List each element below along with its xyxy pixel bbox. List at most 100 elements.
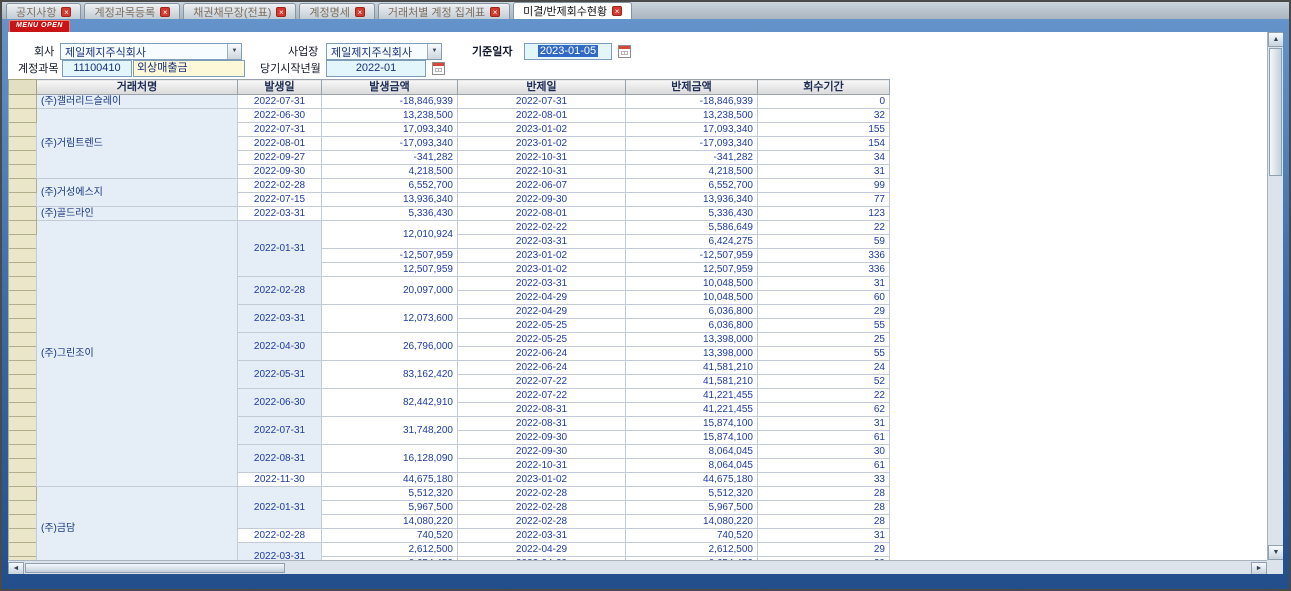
collect-days-cell[interactable]: 31: [758, 417, 890, 431]
occur-date-cell[interactable]: 2022-01-31: [238, 487, 322, 529]
row-selector[interactable]: [9, 193, 37, 207]
row-selector[interactable]: [9, 277, 37, 291]
settle-amount-cell[interactable]: 44,675,180: [626, 473, 758, 487]
occur-amount-cell[interactable]: 26,796,000: [322, 333, 458, 361]
settle-date-cell[interactable]: 2022-09-30: [458, 193, 626, 207]
occur-date-cell[interactable]: 2022-06-30: [238, 109, 322, 123]
row-selector[interactable]: [9, 95, 37, 109]
settle-date-cell[interactable]: 2022-02-28: [458, 501, 626, 515]
settle-date-cell[interactable]: 2022-10-31: [458, 151, 626, 165]
row-selector[interactable]: [9, 305, 37, 319]
occur-amount-cell[interactable]: -18,846,939: [322, 95, 458, 109]
collect-days-cell[interactable]: 30: [758, 445, 890, 459]
settle-amount-cell[interactable]: 15,874,100: [626, 417, 758, 431]
collect-days-cell[interactable]: 61: [758, 459, 890, 473]
occur-amount-cell[interactable]: 44,675,180: [322, 473, 458, 487]
occur-date-cell[interactable]: 2022-09-27: [238, 151, 322, 165]
settle-amount-cell[interactable]: -17,093,340: [626, 137, 758, 151]
collect-days-cell[interactable]: 22: [758, 221, 890, 235]
settle-date-cell[interactable]: 2022-08-01: [458, 207, 626, 221]
settle-amount-cell[interactable]: 13,398,000: [626, 347, 758, 361]
account-code-field[interactable]: 11100410: [62, 60, 132, 77]
settle-amount-cell[interactable]: 10,048,500: [626, 277, 758, 291]
settle-date-cell[interactable]: 2022-09-30: [458, 445, 626, 459]
settle-amount-cell[interactable]: 6,552,700: [626, 179, 758, 193]
occur-amount-cell[interactable]: 2,612,500: [322, 543, 458, 557]
row-selector[interactable]: [9, 403, 37, 417]
occur-date-cell[interactable]: 2022-05-31: [238, 361, 322, 389]
settle-amount-cell[interactable]: 6,424,275: [626, 235, 758, 249]
tab-5[interactable]: 거래처별 계정 집계표×: [378, 3, 510, 19]
tab-close-icon[interactable]: ×: [276, 7, 286, 17]
collect-days-cell[interactable]: 34: [758, 151, 890, 165]
tab-1[interactable]: 공지사항×: [6, 3, 81, 19]
occur-amount-cell[interactable]: 5,336,430: [322, 207, 458, 221]
base-date-field[interactable]: 2023-01-05: [524, 43, 612, 60]
row-selector[interactable]: [9, 473, 37, 487]
occur-date-cell[interactable]: 2022-08-31: [238, 445, 322, 473]
settle-amount-cell[interactable]: 5,967,500: [626, 501, 758, 515]
settle-amount-cell[interactable]: 13,398,000: [626, 333, 758, 347]
settle-amount-cell[interactable]: 6,036,800: [626, 305, 758, 319]
row-selector[interactable]: [9, 319, 37, 333]
row-selector[interactable]: [9, 165, 37, 179]
settle-amount-cell[interactable]: 13,936,340: [626, 193, 758, 207]
occur-date-cell[interactable]: 2022-07-31: [238, 123, 322, 137]
row-selector[interactable]: [9, 263, 37, 277]
occur-amount-cell[interactable]: 5,512,320: [322, 487, 458, 501]
settle-date-cell[interactable]: 2022-07-22: [458, 375, 626, 389]
settle-date-cell[interactable]: 2022-06-24: [458, 361, 626, 375]
tab-6[interactable]: 미결/반제회수현황×: [513, 2, 632, 19]
settle-amount-cell[interactable]: 12,507,959: [626, 263, 758, 277]
collect-days-cell[interactable]: 33: [758, 473, 890, 487]
occur-amount-cell[interactable]: 17,093,340: [322, 123, 458, 137]
occur-amount-cell[interactable]: 4,218,500: [322, 165, 458, 179]
settle-amount-cell[interactable]: 5,586,649: [626, 221, 758, 235]
collect-days-cell[interactable]: 52: [758, 375, 890, 389]
settle-amount-cell[interactable]: 13,238,500: [626, 109, 758, 123]
tab-close-icon[interactable]: ×: [612, 6, 622, 16]
row-selector[interactable]: [9, 361, 37, 375]
collect-days-cell[interactable]: 31: [758, 277, 890, 291]
customer-cell[interactable]: (주)갤러리드슬레이: [37, 95, 238, 109]
row-selector[interactable]: [9, 445, 37, 459]
row-selector[interactable]: [9, 375, 37, 389]
collect-days-cell[interactable]: 55: [758, 347, 890, 361]
occur-amount-cell[interactable]: -17,093,340: [322, 137, 458, 151]
occur-date-cell[interactable]: 2022-09-30: [238, 165, 322, 179]
occur-amount-cell[interactable]: 12,010,924: [322, 221, 458, 249]
settle-amount-cell[interactable]: 10,048,500: [626, 291, 758, 305]
collect-days-cell[interactable]: 336: [758, 249, 890, 263]
tab-close-icon[interactable]: ×: [160, 7, 170, 17]
occur-amount-cell[interactable]: 12,507,959: [322, 263, 458, 277]
tab-2[interactable]: 계정과목등록×: [84, 3, 180, 19]
row-selector[interactable]: [9, 249, 37, 263]
site-select[interactable]: 제일제지주식회사 ▼: [326, 43, 442, 60]
collect-days-cell[interactable]: 28: [758, 487, 890, 501]
collect-days-cell[interactable]: 31: [758, 529, 890, 543]
row-selector[interactable]: [9, 151, 37, 165]
collect-days-cell[interactable]: 24: [758, 361, 890, 375]
horizontal-scrollbar-thumb[interactable]: [25, 563, 285, 573]
settle-date-cell[interactable]: 2022-10-31: [458, 165, 626, 179]
settle-amount-cell[interactable]: 6,036,800: [626, 319, 758, 333]
row-selector[interactable]: [9, 207, 37, 221]
settle-amount-cell[interactable]: 5,512,320: [626, 487, 758, 501]
row-selector[interactable]: [9, 417, 37, 431]
settle-amount-cell[interactable]: -18,846,939: [626, 95, 758, 109]
occur-date-cell[interactable]: 2022-03-31: [238, 543, 322, 561]
customer-cell[interactable]: (주)거성에스지: [37, 179, 238, 207]
occur-amount-cell[interactable]: 31,748,200: [322, 417, 458, 445]
occur-date-cell[interactable]: 2022-02-28: [238, 277, 322, 305]
collect-days-cell[interactable]: 28: [758, 501, 890, 515]
settle-date-cell[interactable]: 2022-10-31: [458, 459, 626, 473]
row-selector[interactable]: [9, 459, 37, 473]
row-selector[interactable]: [9, 221, 37, 235]
row-selector[interactable]: [9, 347, 37, 361]
occur-amount-cell[interactable]: 20,097,000: [322, 277, 458, 305]
collect-days-cell[interactable]: 154: [758, 137, 890, 151]
company-select[interactable]: 제일제지주식회사 ▼: [60, 43, 242, 60]
collect-days-cell[interactable]: 29: [758, 305, 890, 319]
collect-days-cell[interactable]: 60: [758, 291, 890, 305]
settle-date-cell[interactable]: 2022-06-07: [458, 179, 626, 193]
